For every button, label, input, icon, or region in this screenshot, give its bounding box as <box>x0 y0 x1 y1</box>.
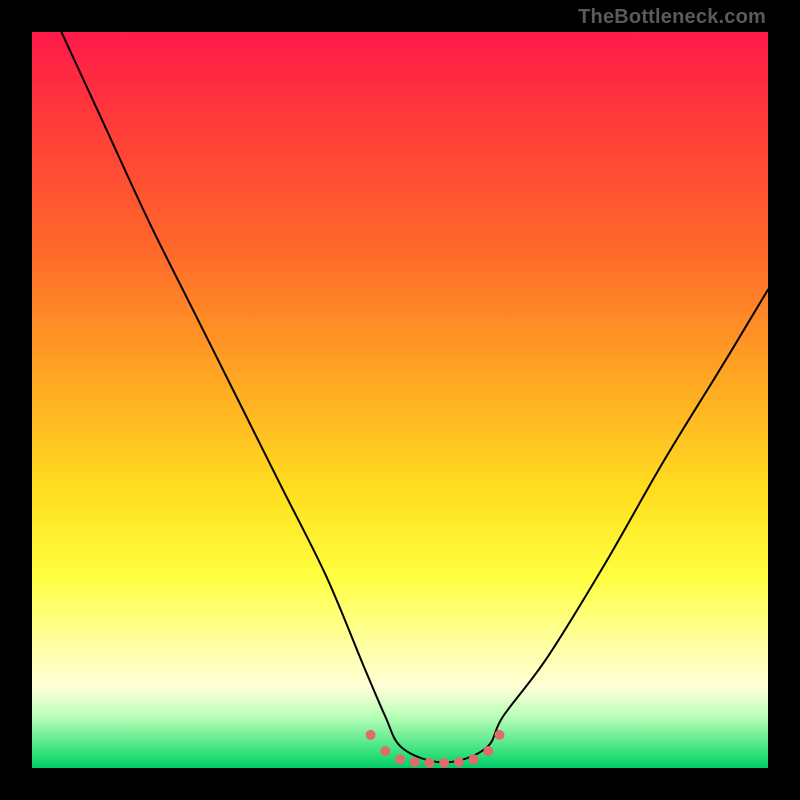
chart-frame: TheBottleneck.com <box>0 0 800 800</box>
valley-marker <box>395 754 405 764</box>
valley-marker <box>439 758 449 768</box>
bottleneck-curve-line <box>61 32 768 762</box>
watermark-text: TheBottleneck.com <box>578 6 766 29</box>
plot-area <box>32 32 768 768</box>
valley-marker <box>469 754 479 764</box>
valley-marker <box>424 758 434 768</box>
valley-marker <box>483 746 493 756</box>
chart-svg <box>32 32 768 768</box>
valley-marker <box>494 730 504 740</box>
valley-marker <box>380 746 390 756</box>
valley-marker <box>366 730 376 740</box>
valley-marker <box>410 757 420 767</box>
valley-marker <box>454 757 464 767</box>
